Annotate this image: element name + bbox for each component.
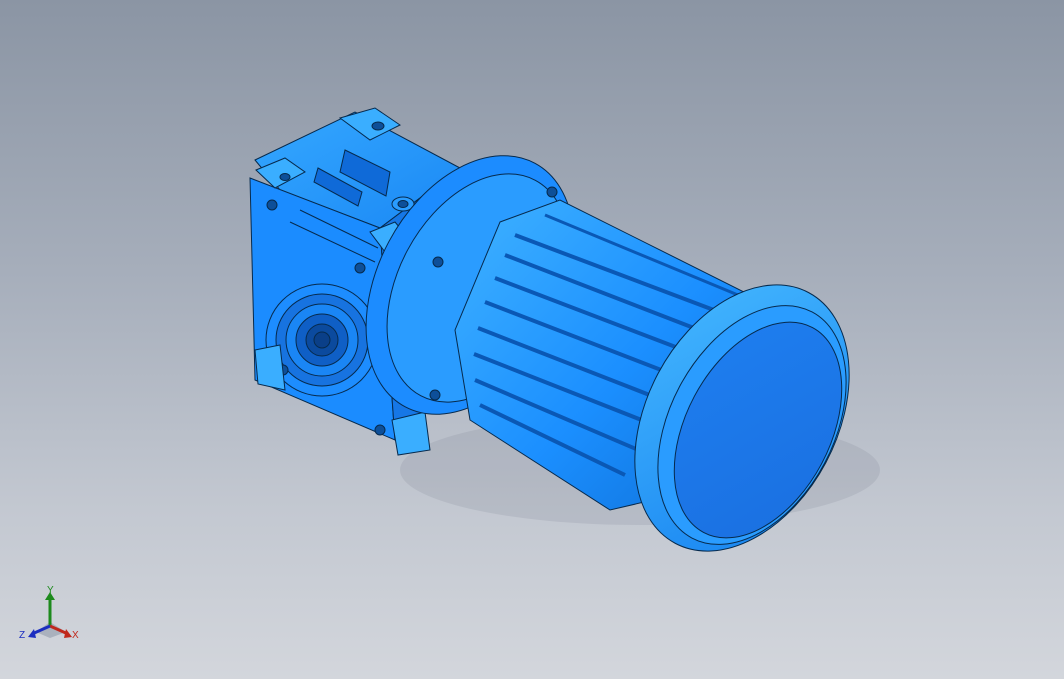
graphics-viewport[interactable]: Y X Z xyxy=(0,0,1064,679)
axis-triad[interactable]: Y X Z xyxy=(18,586,84,646)
axis-x-label: X xyxy=(72,630,79,641)
axis-z-label: Z xyxy=(19,630,26,641)
gear-motor-model[interactable] xyxy=(0,0,1064,679)
axis-y-label: Y xyxy=(47,585,54,596)
